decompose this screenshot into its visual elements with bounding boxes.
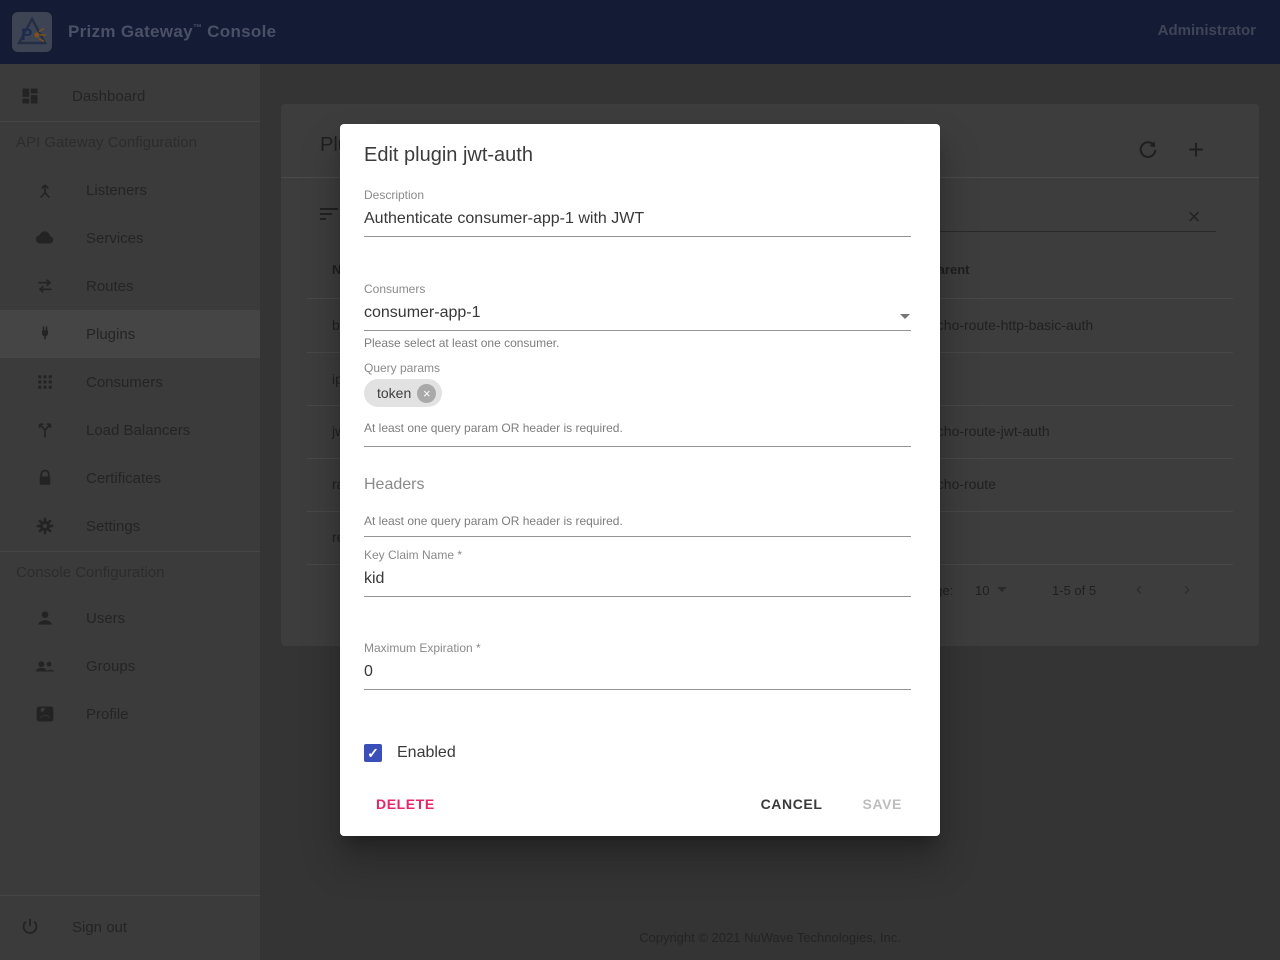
sidebar-item-label: Listeners <box>86 182 147 199</box>
prizm-logo-icon: P <box>12 12 52 52</box>
gear-icon <box>33 514 57 538</box>
sidebar-item-label: Plugins <box>86 326 135 343</box>
headers-hint: At least one query param OR header is re… <box>364 514 623 528</box>
sidebar-item-label: Load Balancers <box>86 422 190 439</box>
save-button[interactable]: SAVE <box>847 788 919 820</box>
sidebar-divider <box>0 121 260 122</box>
sidebar-item-label: Services <box>86 230 144 247</box>
people-icon <box>33 654 57 678</box>
call-merge-icon <box>33 178 57 202</box>
filter-icon <box>320 208 338 222</box>
sidebar-item-services[interactable]: Services <box>0 214 260 262</box>
maximum-expiration-input[interactable] <box>364 663 911 690</box>
query-params-underline[interactable] <box>364 446 911 447</box>
sidebar-item-label: Consumers <box>86 374 163 391</box>
enabled-label: Enabled <box>397 744 456 762</box>
call-split-icon <box>33 418 57 442</box>
dialog-actions: DELETE CANCEL SAVE <box>340 786 940 822</box>
sidebar-nav: Dashboard API Gateway Configuration List… <box>0 64 260 960</box>
add-icon[interactable]: + <box>1182 136 1210 164</box>
person-icon <box>33 606 57 630</box>
previous-page-icon[interactable]: ‹ <box>1136 579 1142 600</box>
page-range-label: 1-5 of 5 <box>1052 583 1096 598</box>
maximum-expiration-label: Maximum Expiration * <box>364 641 481 655</box>
sidebar-item-profile[interactable]: Profile <box>0 690 260 738</box>
chip-remove-icon[interactable]: × <box>417 384 436 403</box>
consumers-select[interactable]: consumer-app-1 <box>364 304 911 331</box>
delete-button[interactable]: DELETE <box>360 788 451 820</box>
key-claim-name-input[interactable] <box>364 570 911 597</box>
app-title: Prizm Gateway™ Console <box>68 22 276 42</box>
sidebar-item-label: Groups <box>86 658 135 675</box>
page-size-caret-icon[interactable] <box>997 587 1007 592</box>
consumers-label: Consumers <box>364 282 425 296</box>
svg-text:P: P <box>21 25 32 44</box>
enabled-checkbox[interactable]: ✓ <box>364 744 382 762</box>
cell-parent: echo-route-jwt-auth <box>929 423 1050 439</box>
cloud-icon <box>33 226 57 250</box>
sidebar-section-api-gateway: API Gateway Configuration <box>16 134 197 151</box>
footer-copyright: Copyright © 2021 NuWave Technologies, In… <box>260 930 1280 945</box>
sidebar-item-plugins[interactable]: Plugins <box>0 310 260 358</box>
cancel-button[interactable]: CANCEL <box>745 788 839 820</box>
chip-label: token <box>377 385 411 401</box>
current-user-label: Administrator <box>1158 22 1256 39</box>
description-label: Description <box>364 188 424 202</box>
headers-underline[interactable] <box>364 536 911 537</box>
sidebar-item-listeners[interactable]: Listeners <box>0 166 260 214</box>
lock-icon <box>33 466 57 490</box>
sidebar-item-groups[interactable]: Groups <box>0 642 260 690</box>
headers-section-label: Headers <box>364 476 424 494</box>
query-param-chip[interactable]: token × <box>364 379 442 407</box>
power-plug-icon <box>33 322 57 346</box>
query-params-hint: At least one query param OR header is re… <box>364 421 623 435</box>
dialog-title: Edit plugin jwt-auth <box>364 144 533 167</box>
sidebar-item-certificates[interactable]: Certificates <box>0 454 260 502</box>
top-header-bar: P Prizm Gateway™ Console Administrator <box>0 0 1280 64</box>
sidebar-item-dashboard[interactable]: Dashboard <box>0 72 260 120</box>
cell-parent: echo-route-http-basic-auth <box>929 317 1093 333</box>
page-size-select[interactable]: 10 <box>975 583 989 598</box>
swap-horizontal-icon <box>33 274 57 298</box>
sidebar-item-users[interactable]: Users <box>0 594 260 642</box>
query-params-label: Query params <box>364 361 440 375</box>
sidebar-item-label: Users <box>86 610 125 627</box>
sidebar-item-label: Profile <box>86 706 129 723</box>
edit-plugin-dialog: Edit plugin jwt-auth Description Consume… <box>340 124 940 836</box>
enabled-checkbox-row: ✓ Enabled <box>364 744 456 762</box>
sidebar-item-label: Routes <box>86 278 134 295</box>
next-page-icon[interactable]: › <box>1184 579 1190 600</box>
consumers-hint: Please select at least one consumer. <box>364 336 559 350</box>
description-input[interactable] <box>364 210 911 237</box>
sidebar-item-sign-out[interactable]: Sign out <box>0 903 260 951</box>
sidebar-item-label: Settings <box>86 518 140 535</box>
sidebar-item-label: Sign out <box>72 919 127 936</box>
sidebar-divider <box>0 895 260 896</box>
clear-filter-icon[interactable]: × <box>1182 204 1206 230</box>
chevron-down-icon[interactable] <box>900 314 910 319</box>
power-icon <box>18 915 42 939</box>
apps-grid-icon <box>33 370 57 394</box>
sidebar-item-settings[interactable]: Settings <box>0 502 260 550</box>
sidebar-item-label: Certificates <box>86 470 161 487</box>
sidebar-item-consumers[interactable]: Consumers <box>0 358 260 406</box>
refresh-icon[interactable] <box>1134 136 1162 164</box>
contact-card-icon <box>33 702 57 726</box>
sidebar-item-label: Dashboard <box>72 88 145 105</box>
sidebar-item-routes[interactable]: Routes <box>0 262 260 310</box>
sidebar-item-load-balancers[interactable]: Load Balancers <box>0 406 260 454</box>
dashboard-icon <box>18 84 42 108</box>
sidebar-section-console-config: Console Configuration <box>16 564 164 581</box>
sidebar-divider <box>0 551 260 552</box>
key-claim-name-label: Key Claim Name * <box>364 548 462 562</box>
